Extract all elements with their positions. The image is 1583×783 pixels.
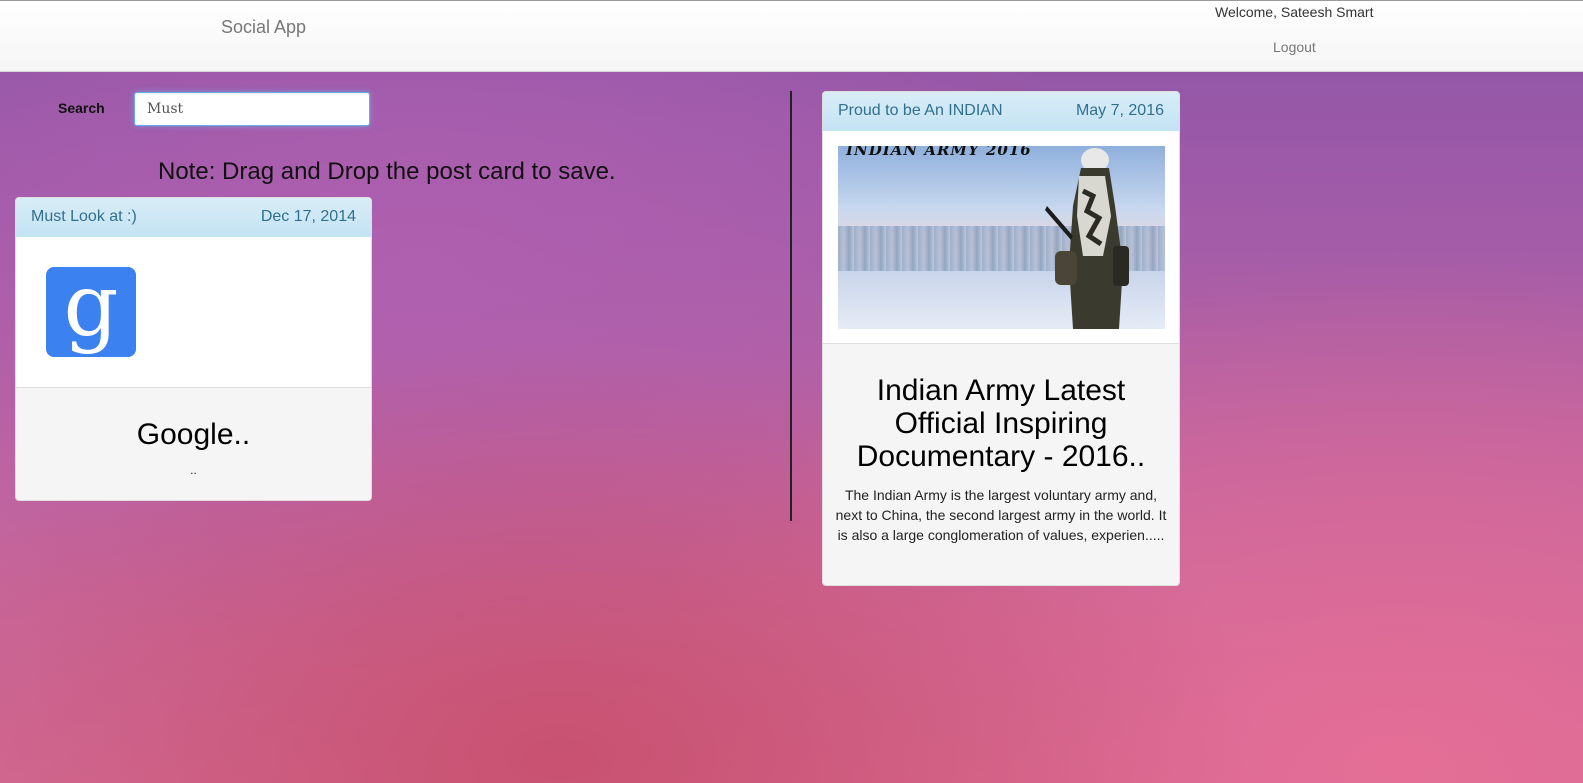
drag-drop-note: Note: Drag and Drop the post card to sav… — [158, 158, 616, 185]
post-image-area: INDIAN ARMY 2016 — [823, 131, 1179, 344]
soldier-silhouette — [1045, 148, 1129, 329]
post-title: Must Look at :) — [31, 208, 137, 225]
post-title: Proud to be An INDIAN — [838, 102, 1003, 119]
post-image-area: g — [16, 237, 371, 388]
post-date: May 7, 2016 — [1075, 102, 1164, 119]
post-heading: Indian Army Latest Official Inspiring Do… — [856, 374, 1146, 473]
post-heading: Google.. — [136, 418, 251, 451]
top-navbar: Social App Welcome, Sateesh Smart Logout — [0, 0, 1583, 72]
saved-post-card[interactable]: Proud to be An INDIAN May 7, 2016 INDIAN… — [822, 91, 1180, 586]
image-caption: INDIAN ARMY 2016 — [846, 146, 1032, 159]
post-description: .. — [190, 463, 197, 477]
logout-link[interactable]: Logout — [1273, 39, 1316, 55]
welcome-text: Welcome, Sateesh Smart — [1215, 4, 1374, 20]
app-brand[interactable]: Social App — [221, 17, 306, 38]
search-label: Search — [58, 100, 105, 116]
post-card[interactable]: Must Look at :) Dec 17, 2014 g Google.. … — [15, 197, 372, 501]
post-body: Google.. .. — [16, 418, 371, 480]
post-description: The Indian Army is the largest voluntary… — [835, 487, 1167, 543]
post-body: Indian Army Latest Official Inspiring Do… — [823, 374, 1179, 545]
column-divider — [790, 91, 792, 521]
post-date: Dec 17, 2014 — [260, 208, 356, 225]
army-photo-image: INDIAN ARMY 2016 — [838, 146, 1165, 329]
google-logo-icon: g — [46, 267, 136, 357]
post-card-header: Must Look at :) Dec 17, 2014 — [16, 198, 371, 237]
search-input[interactable] — [134, 92, 370, 126]
post-card-header: Proud to be An INDIAN May 7, 2016 — [823, 92, 1179, 131]
